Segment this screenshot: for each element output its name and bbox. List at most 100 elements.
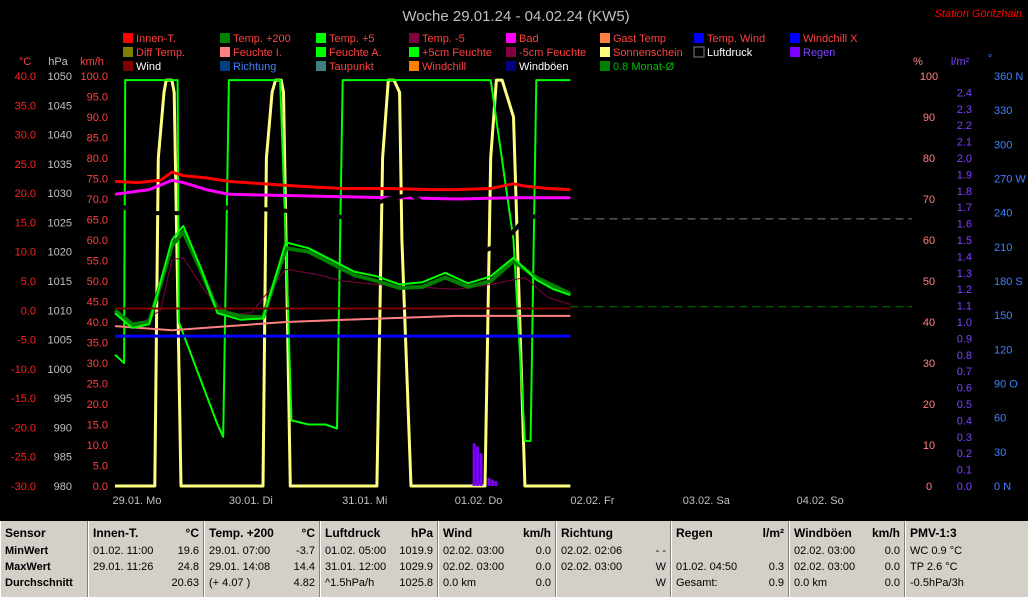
pressure-tick-label: 1035: [48, 159, 72, 171]
rain-tick-label: 1.7: [957, 202, 972, 214]
temp-tick-label: -30.0: [11, 481, 36, 493]
avg-value: 0.0: [884, 577, 900, 589]
avg-value: 0.9: [768, 577, 784, 589]
row-label-avg: Durchschnitt: [5, 577, 73, 589]
panel-title: Windböen: [794, 526, 852, 540]
max-time: 02.02. 03:00: [561, 561, 623, 573]
speed-tick-label: 75.0: [87, 174, 108, 186]
legend-label: Temp. Wind: [707, 33, 765, 45]
speed-tick-label: 60.0: [87, 235, 108, 247]
max-time: 01.02. 04:50: [676, 561, 738, 573]
rain-bar: [472, 443, 476, 486]
rain-tick-label: 0.2: [957, 448, 972, 460]
row-label-sensor: Sensor: [5, 526, 46, 540]
temp-tick-label: 40.0: [15, 71, 36, 83]
panel-title: Temp. +200: [209, 526, 274, 540]
chart-plot: [113, 78, 912, 488]
pressure-tick-label: 1040: [48, 130, 72, 142]
pressure-axis-header: hPa: [48, 56, 68, 68]
direction-tick-label: 270 W: [994, 174, 1026, 186]
station-label: Station Göritzhain: [935, 8, 1022, 20]
legend-swatch: [123, 47, 133, 57]
legend-swatch: [409, 33, 419, 43]
min-time: 02.02. 03:00: [794, 545, 856, 557]
temp-tick-label: 15.0: [15, 217, 36, 229]
panel-unit: hPa: [410, 526, 433, 540]
temp-tick-label: -5.0: [17, 335, 36, 347]
min-value: -3.7: [296, 545, 315, 557]
pressure-tick-label: 1000: [48, 364, 72, 376]
legend-swatch: [790, 47, 800, 57]
pressure-tick-label: 985: [54, 452, 72, 464]
humidity-tick-label: 30: [923, 358, 935, 370]
max-value: 1029.9: [399, 561, 433, 573]
legend-label: 0.8 Monat-Ø: [613, 61, 675, 73]
legend-label: Feuchte A.: [329, 47, 382, 59]
legend-label: Temp. +200: [233, 33, 291, 45]
weather-chart: Woche 29.01.24 - 04.02.24 (KW5) Station …: [11, 8, 1026, 507]
humidity-tick-label: 50: [923, 276, 935, 288]
legend-label: Innen-T.: [136, 33, 176, 45]
rain-tick-label: 1.3: [957, 268, 972, 280]
panel-title: Innen-T.: [93, 526, 139, 540]
legend-swatch: [123, 61, 133, 71]
humidity-tick-label: 40: [923, 317, 935, 329]
x-tick-label: 29.01. Mo: [113, 495, 162, 507]
humidity-tick-label: 90: [923, 112, 935, 124]
panel-unit: °C: [185, 526, 199, 540]
row-label-max: MaxWert: [5, 561, 51, 573]
legend-swatch: [220, 47, 230, 57]
legend-swatch: [790, 33, 800, 43]
stats-panel-luftdruck: Luftdruck hPa 01.02. 05:00 1019.9 31.01. 1…: [320, 521, 438, 597]
legend-label: Diff Temp.: [136, 47, 185, 59]
rain-tick-label: 2.3: [957, 104, 972, 116]
humidity-tick-label: 20: [923, 399, 935, 411]
speed-tick-label: 95.0: [87, 92, 108, 104]
direction-tick-label: 120: [994, 344, 1012, 356]
rain-tick-label: 0.3: [957, 432, 972, 444]
humidity-tick-label: 80: [923, 153, 935, 165]
x-tick-label: 30.01. Di: [229, 495, 273, 507]
legend-label: Luftdruck: [707, 47, 753, 59]
speed-tick-label: 25.0: [87, 379, 108, 391]
legend-label: Sonnenschein: [613, 47, 683, 59]
avg-note: Gesamt:: [676, 577, 718, 589]
stats-panel-pmv: PMV-1:3 WC 0.9 °C TP 2.6 °C -0.5hPa/3h: [905, 521, 1028, 597]
direction-axis-header: °: [988, 53, 992, 65]
pmv-pressure-trend: -0.5hPa/3h: [910, 577, 964, 589]
rain-tick-label: 1.8: [957, 186, 972, 198]
rain-tick-label: 2.4: [957, 87, 972, 99]
rain-tick-label: 0.7: [957, 366, 972, 378]
stats-panel-richtung: Richtung 02.02. 02:06 - - 02.02. 03:00 W W: [556, 521, 671, 597]
rain-bar: [487, 477, 491, 486]
stats-panel-windboeen: Windböen km/h 02.02. 03:00 0.0 02.02. 03:0…: [789, 521, 905, 597]
temp-tick-label: 10.0: [15, 247, 36, 259]
x-tick-label: 04.02. So: [797, 495, 844, 507]
legend-swatch: [316, 47, 326, 57]
speed-tick-label: 85.0: [87, 133, 108, 145]
legend-label: Richtung: [233, 61, 276, 73]
stats-panel-regen: Regen l/m² 01.02. 04:50 0.3 Gesamt: 0.9: [671, 521, 789, 597]
temp-tick-label: 20.0: [15, 188, 36, 200]
legend-label: Regen: [803, 47, 835, 59]
temp-tick-label: -20.0: [11, 422, 36, 434]
speed-tick-label: 70.0: [87, 194, 108, 206]
rain-bar: [479, 453, 483, 486]
rain-tick-label: 0.6: [957, 383, 972, 395]
direction-tick-label: 210: [994, 242, 1012, 254]
pressure-tick-label: 980: [54, 481, 72, 493]
avg-value: 4.82: [293, 577, 315, 589]
min-value: 0.0: [535, 545, 551, 557]
speed-tick-label: 10.0: [87, 440, 108, 452]
legend-label: +5cm Feuchte: [422, 47, 492, 59]
pressure-tick-label: 1005: [48, 335, 72, 347]
temp-tick-label: -15.0: [11, 393, 36, 405]
rain-tick-label: 1.2: [957, 284, 972, 296]
max-time: 29.01. 14:08: [209, 561, 271, 573]
speed-tick-label: 5.0: [93, 461, 108, 473]
max-time: 29.01. 11:26: [93, 561, 154, 573]
humidity-tick-label: 100: [920, 71, 938, 83]
legend-swatch: [220, 33, 230, 43]
rain-tick-label: 1.1: [957, 301, 972, 313]
pressure-tick-label: 1010: [48, 305, 72, 317]
